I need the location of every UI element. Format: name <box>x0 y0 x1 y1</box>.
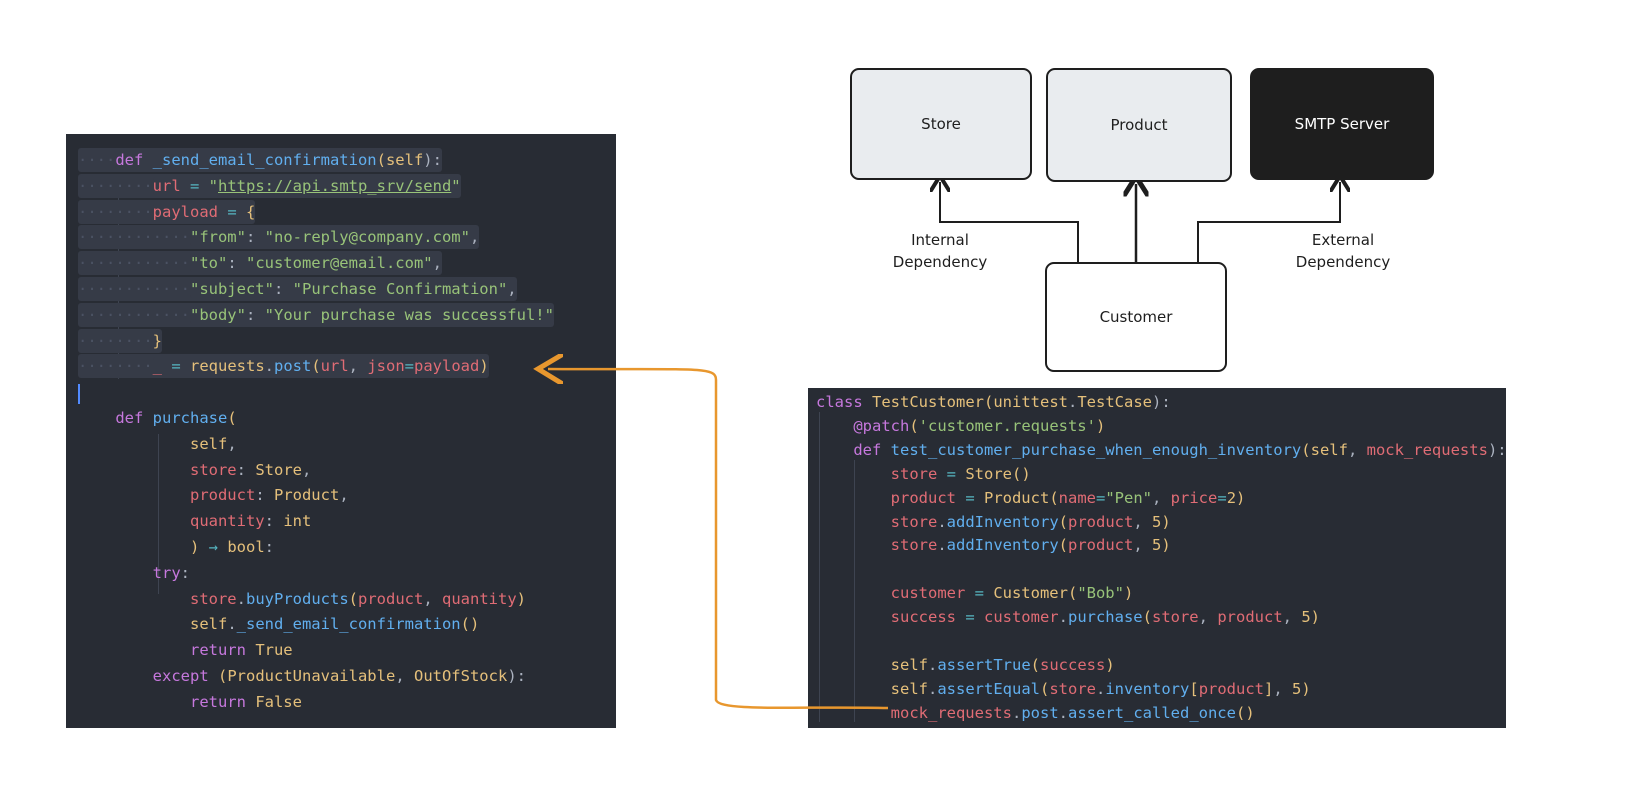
smtp-node-label: SMTP Server <box>1294 115 1390 133</box>
product-node-label: Product <box>1110 116 1168 134</box>
smtp-server-node: SMTP Server <box>1250 68 1434 180</box>
external-dependency-label: External Dependency <box>1295 231 1391 271</box>
customer-node-label: Customer <box>1099 308 1173 326</box>
store-node-label: Store <box>921 115 961 133</box>
mock-link-arrow <box>548 369 889 710</box>
product-node: Product <box>1046 68 1232 182</box>
customer-node: Customer <box>1045 262 1227 372</box>
store-node: Store <box>850 68 1032 180</box>
internal-dependency-label: Internal Dependency <box>892 231 988 271</box>
